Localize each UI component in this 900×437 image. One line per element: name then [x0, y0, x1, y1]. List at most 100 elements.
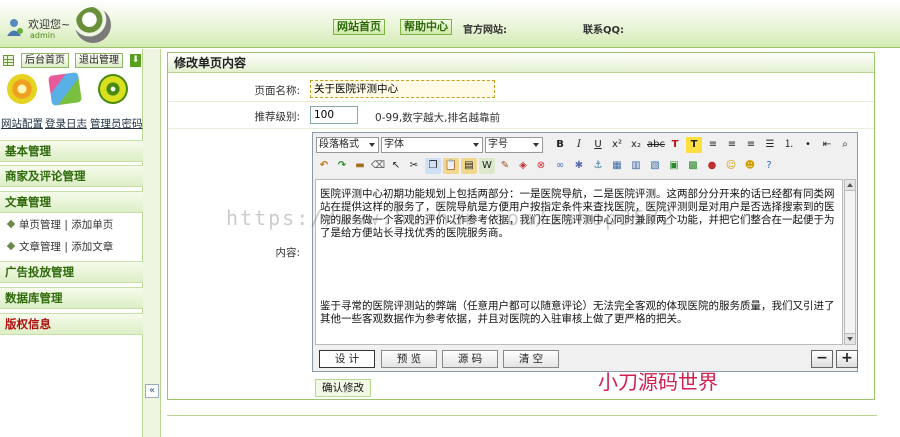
unlink-icon[interactable]: ✱ — [571, 158, 587, 174]
font-family-select[interactable]: 字体 — [381, 137, 483, 153]
footer-divider — [167, 415, 877, 416]
table-row-icon[interactable]: ▥ — [628, 158, 644, 174]
admin-password-tool[interactable] — [93, 74, 133, 104]
image-icon[interactable]: ▣ — [666, 158, 682, 174]
table-icon[interactable]: ▦ — [609, 158, 625, 174]
underline-icon[interactable]: U — [590, 137, 606, 153]
horizontal-rule-icon[interactable]: ▬ — [352, 158, 368, 174]
emoticon-icon[interactable]: ☺ — [723, 158, 739, 174]
chevron-down-icon — [369, 143, 375, 147]
login-log-link[interactable]: 登录日志 — [45, 116, 87, 131]
row-divider — [168, 128, 874, 129]
admin-home-button[interactable]: 后台首页 — [21, 53, 69, 68]
highlight-icon[interactable]: T — [686, 137, 702, 153]
bold-icon[interactable]: B — [552, 137, 568, 153]
format-brush-icon[interactable]: ✎ — [497, 158, 513, 174]
sidebar: 后台首页 退出管理 ⬇ 网站配置 登录日志 管理员密码 基本管理 商家及评论管理… — [0, 49, 143, 437]
admin-password-link[interactable]: 管理员密码 — [90, 116, 143, 131]
align-right-icon[interactable]: ≡ — [743, 137, 759, 153]
font-color-icon[interactable]: T — [667, 137, 683, 153]
site-config-link[interactable]: 网站配置 — [1, 116, 43, 131]
sidebar-item-single-page[interactable]: 单页管理 | 添加单页 — [0, 214, 143, 236]
editor-scrollbar[interactable] — [844, 179, 856, 345]
paste-icon[interactable]: 📋 — [443, 158, 459, 174]
sidebar-item-article[interactable]: 文章管理 | 添加文章 — [0, 236, 143, 258]
delete-icon[interactable]: ⊗ — [533, 158, 549, 174]
align-left-icon[interactable]: ≡ — [705, 137, 721, 153]
contact-qq-label: 联系QQ: — [583, 25, 625, 36]
sidebar-section-database[interactable]: 数据库管理 — [0, 287, 143, 309]
arrow-up-icon — [847, 183, 853, 187]
sidebar-section-basic[interactable]: 基本管理 — [0, 140, 143, 162]
watermark-url: https://www.huzhan.com/ishop3572 — [226, 206, 676, 230]
key-disc-icon — [98, 74, 128, 104]
superscript-icon[interactable]: x² — [609, 137, 625, 153]
chevron-down-icon — [533, 143, 539, 147]
scroll-down-button[interactable] — [845, 333, 855, 344]
sidebar-section-article[interactable]: 文章管理 — [0, 191, 143, 213]
align-center-icon[interactable]: ≡ — [724, 137, 740, 153]
design-mode-button[interactable]: 设 计 — [319, 350, 375, 368]
unordered-list-icon[interactable]: • — [800, 137, 816, 153]
sidebar-item-label[interactable]: 单页管理 | 添加单页 — [19, 219, 113, 231]
editor-toolbar-row-2: ↶ ↷ ▬ ⌫ ↖ ✂ ❐ 📋 ▤ W ✎ ◈ ⊗ ∞ ✱ ⚓ ▦ ▥ ▧ ▣ — [315, 156, 855, 176]
cut-icon[interactable]: ✂ — [406, 158, 422, 174]
diamond-bullet-icon — [6, 241, 16, 251]
preview-mode-button[interactable]: 预 览 — [381, 350, 437, 368]
nav-help-button[interactable]: 帮助中心 — [400, 19, 452, 35]
sidebar-section-copyright[interactable]: 版权信息 — [0, 313, 143, 335]
grow-editor-button[interactable]: + — [836, 350, 858, 368]
font-size-value: 字号 — [488, 139, 508, 150]
flash-icon[interactable]: ▩ — [685, 158, 701, 174]
watermark-brand: 小刀源码世界 — [598, 370, 718, 394]
paste-word-icon[interactable]: W — [479, 158, 495, 174]
editor-paragraph-2: 鉴于寻常的医院评测站的弊端（任意用户都可以随意评论）无法完全客观的体现医院的服务… — [320, 300, 835, 325]
clear-button[interactable]: 清 空 — [503, 350, 559, 368]
editor-toolbar-row-1: 段落格式 字体 字号 B I U x² x₂ abc T T ≡ ≡ ≡ ☰ ⒈… — [315, 135, 855, 155]
copy-icon[interactable]: ❐ — [425, 158, 441, 174]
outdent-icon[interactable]: ⇤ — [819, 137, 835, 153]
shrink-editor-button[interactable]: − — [811, 350, 833, 368]
remove-format-icon[interactable]: ◈ — [515, 158, 531, 174]
media-icon[interactable]: ● — [704, 158, 720, 174]
find-replace-icon[interactable]: ⌕ — [837, 137, 853, 153]
collapse-sidebar-button[interactable]: « — [145, 384, 159, 398]
site-config-tool[interactable] — [2, 74, 42, 104]
emoticon-alt-icon[interactable]: ☻ — [742, 158, 758, 174]
font-size-select[interactable]: 字号 — [485, 137, 543, 153]
recommend-level-label: 推荐级别: — [254, 111, 300, 123]
login-log-tool[interactable] — [45, 72, 85, 106]
source-mode-button[interactable]: 源 码 — [442, 350, 498, 368]
eraser-icon[interactable]: ⌫ — [370, 158, 386, 174]
paragraph-format-select[interactable]: 段落格式 — [316, 137, 379, 153]
page-name-input[interactable]: 关于医院评测中心 — [310, 80, 495, 98]
anchor-icon[interactable]: ⚓ — [590, 158, 606, 174]
undo-icon[interactable]: ↶ — [316, 158, 332, 174]
page-name-label: 页面名称: — [254, 85, 300, 97]
paste-text-icon[interactable]: ▤ — [461, 158, 477, 174]
redo-icon[interactable]: ↷ — [334, 158, 350, 174]
editor-content-area[interactable]: 医院评测中心初期功能规划上包括两部分：一是医院导航，二是医院评测。这两部分分开来… — [315, 179, 843, 345]
link-icon[interactable]: ∞ — [552, 158, 568, 174]
row-divider — [168, 101, 874, 102]
strikethrough-icon[interactable]: abc — [647, 137, 665, 153]
subscript-icon[interactable]: x₂ — [628, 137, 644, 153]
arrow-down-icon[interactable]: ⬇ — [130, 54, 141, 67]
grid-icon — [3, 55, 14, 66]
select-pointer-icon[interactable]: ↖ — [388, 158, 404, 174]
table-col-icon[interactable]: ▧ — [647, 158, 663, 174]
confirm-edit-button[interactable]: 确认修改 — [315, 379, 371, 397]
justify-icon[interactable]: ☰ — [762, 137, 778, 153]
ordered-list-icon[interactable]: ⒈ — [781, 137, 797, 153]
sidebar-section-ads[interactable]: 广告投放管理 — [0, 261, 143, 283]
sidebar-item-label[interactable]: 文章管理 | 添加文章 — [19, 241, 113, 253]
recommend-level-input[interactable]: 100 — [310, 106, 358, 124]
logout-button[interactable]: 退出管理 — [75, 53, 123, 68]
nav-home-button[interactable]: 网站首页 — [333, 19, 385, 35]
paragraph-format-value: 段落格式 — [319, 139, 359, 150]
scroll-up-button[interactable] — [845, 180, 855, 191]
sidebar-section-merchant[interactable]: 商家及评论管理 — [0, 165, 143, 187]
help-icon[interactable]: ? — [761, 158, 777, 174]
italic-icon[interactable]: I — [571, 137, 587, 153]
recommend-level-hint: 0-99,数字越大,排名越靠前 — [375, 112, 501, 124]
